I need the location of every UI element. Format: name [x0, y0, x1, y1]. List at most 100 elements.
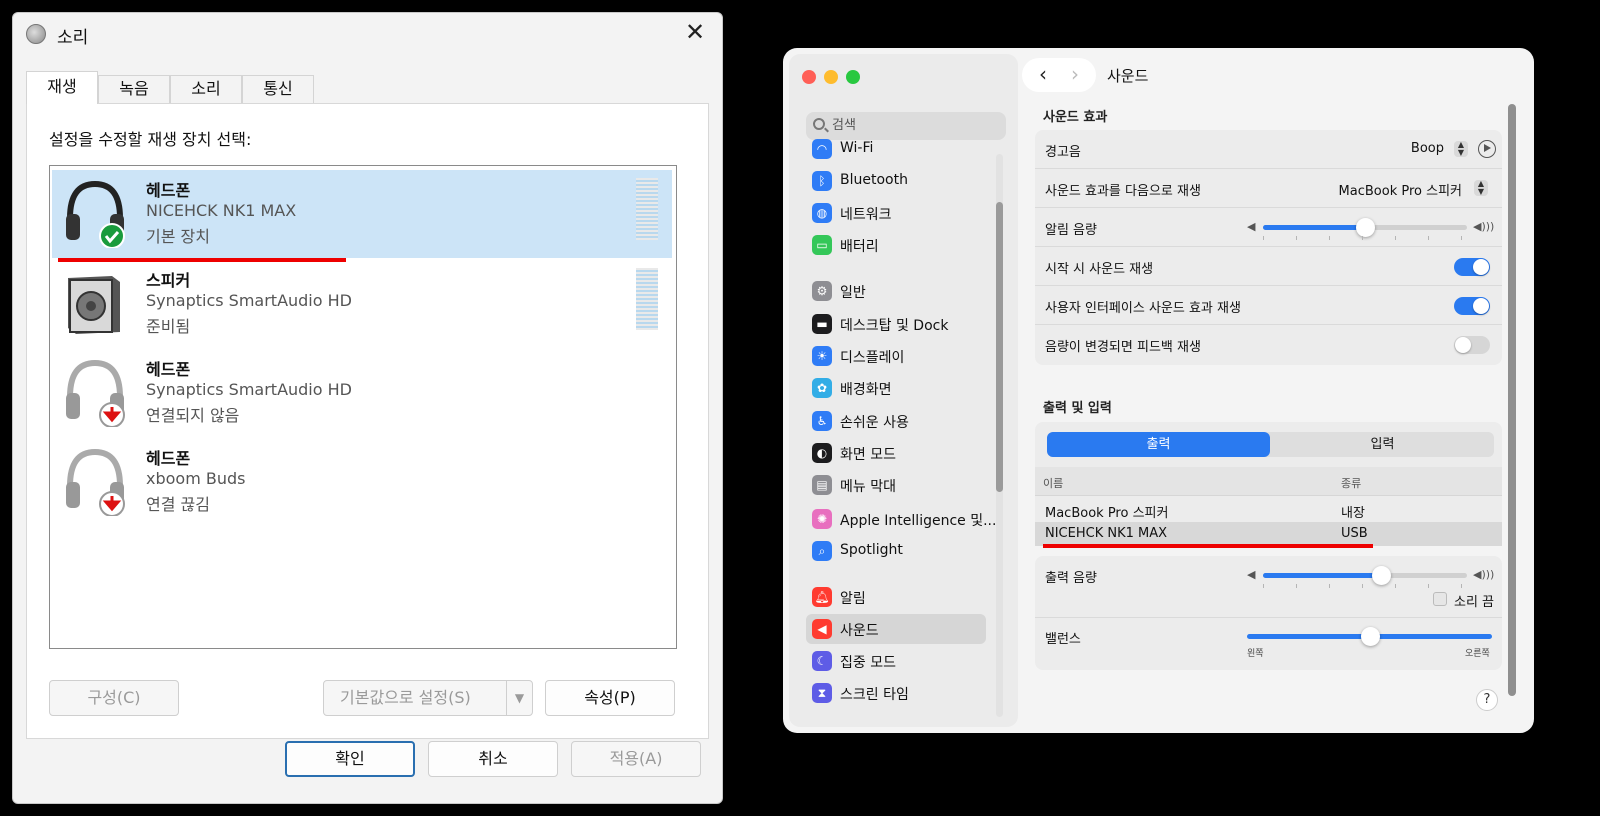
panel-label: 설정을 수정할 재생 장치 선택: [49, 130, 252, 149]
ok-button[interactable]: 확인 [285, 741, 415, 777]
sidebar-item-label: Wi-Fi [840, 140, 874, 156]
play-through-value[interactable]: MacBook Pro 스피커 [1339, 180, 1462, 199]
close-window-button[interactable] [802, 70, 816, 84]
sidebar-item[interactable]: ☀ 디스플레이 [806, 341, 986, 371]
play-icon[interactable] [1478, 140, 1496, 158]
device-row[interactable]: 헤드폰 Synaptics SmartAudio HD 연결되지 않음 [52, 349, 672, 437]
apply-button[interactable]: 적용(A) [571, 741, 701, 777]
tab-output[interactable]: 출력 [1047, 432, 1270, 457]
tab-sounds[interactable]: 소리 [170, 75, 242, 103]
column-name-header: 이름 [1043, 477, 1064, 490]
toggle-knob [1455, 337, 1471, 353]
tab-input[interactable]: 입력 [1271, 432, 1494, 457]
popup-stepper-icon[interactable]: ▲ ▼ [1474, 180, 1488, 196]
sidebar-item[interactable]: ☾ 집중 모드 [806, 646, 986, 676]
sidebar-scrollbar[interactable] [996, 154, 1003, 717]
search-icon [813, 118, 825, 130]
slider-ticks [1263, 584, 1467, 588]
sun-icon: ☀ [812, 346, 832, 366]
sidebar-item[interactable]: ✺ Apple Intelligence 및... [806, 504, 996, 534]
help-button[interactable]: ? [1476, 689, 1498, 711]
device-row[interactable]: 헤드폰 NICEHCK NK1 MAX 기본 장치 [52, 170, 672, 262]
play-through-row[interactable]: 사운드 효과를 다음으로 재생 MacBook Pro 스피커 ▲ ▼ [1035, 169, 1502, 208]
popup-stepper-icon[interactable]: ▲ ▼ [1454, 141, 1468, 157]
sidebar-item-label: 데스크탑 및 Dock [840, 318, 949, 334]
output-volume-slider[interactable] [1263, 566, 1467, 585]
alert-sound-value[interactable]: Boop [1411, 141, 1444, 156]
set-default-button[interactable]: 기본값으로 설정(S) ▼ [323, 680, 533, 716]
playback-panel: 설정을 수정할 재생 장치 선택: 헤드폰 NICEHCK NK1 MAX 기본… [26, 103, 709, 739]
sidebar-item[interactable]: ◐ 화면 모드 [806, 438, 986, 468]
back-icon[interactable]: ‹ [1030, 62, 1056, 88]
sidebar-item[interactable]: ▭ 배터리 [806, 230, 986, 260]
sidebar-item-label: Spotlight [840, 542, 903, 558]
sidebar-item[interactable]: ⚙ 일반 [806, 276, 986, 306]
zoom-window-button[interactable] [846, 70, 860, 84]
forward-icon[interactable]: › [1062, 62, 1088, 88]
table-row[interactable]: NICEHCK NK1 MAX USB [1035, 522, 1502, 546]
device-row[interactable]: 헤드폰 xboom Buds 연결 끊김 [52, 438, 672, 526]
chevron-down-icon[interactable]: ▼ [506, 681, 532, 715]
feedback-row[interactable]: 음량이 변경되면 피드백 재생 [1035, 325, 1502, 364]
mac-settings-window: 검색 ◠ Wi-Fi ᛒ Bluetooth ◍ 네트워크 ▭ 배터리 ⚙ 일반 ▬ 데스크탑 및 D… [783, 48, 1534, 733]
output-card: 출력 음량 ◀ ◀))) 소리 끔 밸런스 왼쪽 오른쪽 [1035, 556, 1502, 670]
sidebar-item[interactable]: ⌕ Spotlight [806, 536, 986, 566]
sidebar-item[interactable]: ✿ 배경화면 [806, 373, 986, 403]
sidebar-item[interactable]: ◠ Wi-Fi [806, 134, 986, 164]
sidebar-item[interactable]: 🔔︎ 알림 [806, 582, 986, 612]
ui-sounds-toggle[interactable] [1454, 297, 1490, 315]
feedback-toggle[interactable] [1454, 336, 1490, 354]
sidebar-item-label: 일반 [840, 285, 866, 301]
output-volume-label: 출력 음량 [1045, 571, 1097, 586]
bell-icon: 🔔︎ [812, 587, 832, 607]
window-title: 소리 [57, 28, 89, 48]
tab-recording[interactable]: 녹음 [98, 75, 170, 103]
sidebar-item[interactable]: ◍ 네트워크 [806, 198, 986, 228]
table-row[interactable]: MacBook Pro 스피커 내장 [1035, 498, 1502, 522]
balance-slider[interactable] [1247, 627, 1492, 646]
effects-card: 경고음 Boop ▲ ▼ 사운드 효과를 다음으로 재생 MacBook Pro … [1035, 130, 1502, 365]
slider-knob[interactable] [1356, 218, 1375, 237]
device-name-cell: NICEHCK NK1 MAX [1045, 526, 1168, 541]
tab-strip: 재생 녹음 소리 통신 [26, 71, 326, 104]
sidebar-item[interactable]: ◀ 사운드 [806, 614, 986, 644]
sidebar-item-label: 네트워크 [840, 207, 892, 223]
sidebar-item-label: Bluetooth [840, 172, 908, 188]
startup-sound-row[interactable]: 시작 시 사운드 재생 [1035, 247, 1502, 286]
close-icon[interactable]: ✕ [682, 19, 708, 45]
startup-sound-toggle[interactable] [1454, 258, 1490, 276]
tab-communications[interactable]: 통신 [242, 75, 314, 103]
configure-button[interactable]: 구성(C) [49, 680, 179, 716]
sidebar: 검색 ◠ Wi-Fi ᛒ Bluetooth ◍ 네트워크 ▭ 배터리 ⚙ 일반 ▬ 데스크탑 및 D… [789, 54, 1018, 727]
play-through-label: 사운드 효과를 다음으로 재생 [1045, 184, 1201, 199]
alert-sound-label: 경고음 [1045, 145, 1081, 160]
main-scrollbar[interactable] [1508, 104, 1516, 696]
speaker-app-icon [26, 24, 46, 44]
device-row[interactable]: 스피커 Synaptics SmartAudio HD 준비됨 [52, 260, 672, 348]
alert-volume-row: 알림 음량 ◀ ◀))) [1035, 208, 1502, 247]
properties-button[interactable]: 속성(P) [545, 680, 675, 716]
sidebar-item[interactable]: ᛒ Bluetooth [806, 166, 986, 196]
slider-ticks [1263, 236, 1467, 240]
sidebar-item[interactable]: ⧗ 스크린 타임 [806, 678, 986, 708]
alert-volume-slider[interactable] [1263, 218, 1467, 237]
sidebar-item[interactable]: ▬ 데스크탑 및 Dock [806, 309, 986, 339]
tab-playback[interactable]: 재생 [26, 71, 98, 104]
device-status: 기본 장치 [146, 227, 210, 246]
cancel-button[interactable]: 취소 [428, 741, 558, 777]
slider-knob[interactable] [1360, 627, 1380, 646]
mute-checkbox[interactable] [1433, 592, 1447, 606]
device-list[interactable]: 헤드폰 NICEHCK NK1 MAX 기본 장치 스피커 Synaptics … [49, 165, 677, 649]
minimize-window-button[interactable] [824, 70, 838, 84]
sidebar-item-label: 배경화면 [840, 382, 892, 398]
slider-knob[interactable] [1372, 566, 1392, 585]
scrollbar-thumb[interactable] [996, 202, 1003, 492]
volume-high-icon: ◀))) [1473, 220, 1495, 233]
appearance-icon: ◐ [812, 443, 832, 463]
ui-sounds-row[interactable]: 사용자 인터페이스 사운드 효과 재생 [1035, 286, 1502, 325]
ui-sounds-label: 사용자 인터페이스 사운드 효과 재생 [1045, 301, 1241, 316]
sidebar-item[interactable]: ♿ 손쉬운 사용 [806, 406, 986, 436]
alert-sound-row[interactable]: 경고음 Boop ▲ ▼ [1035, 130, 1502, 169]
sidebar-item[interactable]: ▤ 메뉴 막대 [806, 470, 986, 500]
alert-volume-label: 알림 음량 [1045, 223, 1097, 238]
